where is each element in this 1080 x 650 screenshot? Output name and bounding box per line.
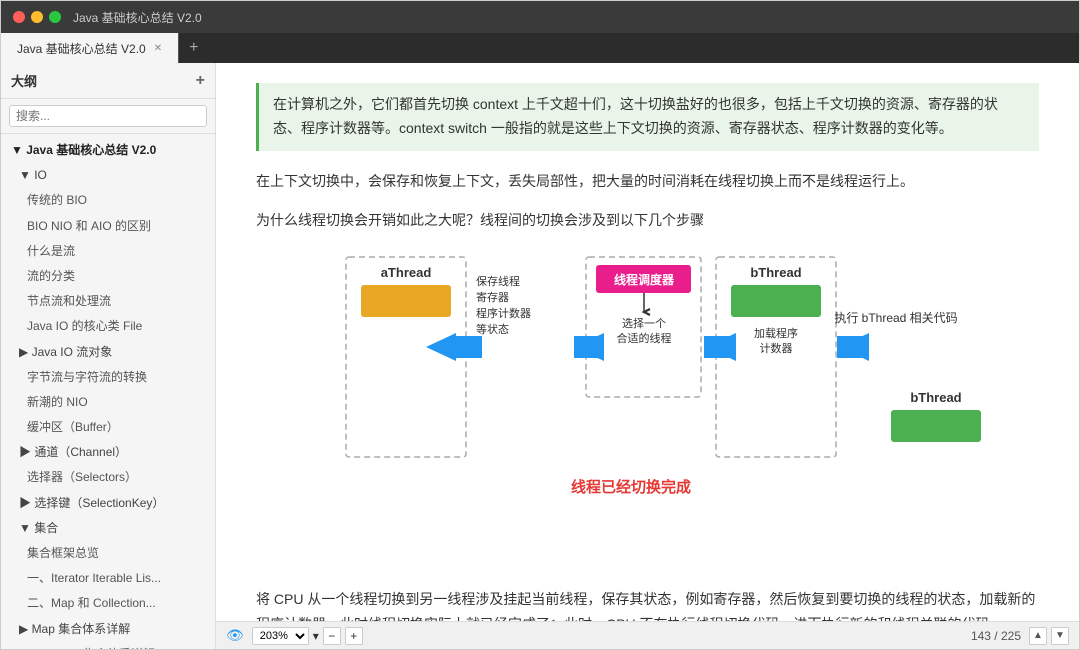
window-title: Java 基础核心总结 V2.0 xyxy=(73,9,202,26)
sidebar-item-collection-overview[interactable]: 集合框架总览 xyxy=(1,541,215,566)
status-bar: 👁 203% 100% 150% ▾ − + 143 / 225 ▲ ▼ xyxy=(216,621,1079,649)
svg-text:aThread: aThread xyxy=(381,265,432,280)
svg-text:bThread: bThread xyxy=(910,390,961,405)
sidebar-tree: ▼ Java 基础核心总结 V2.0 ▼ IO 传统的 BIO BIO NIO … xyxy=(1,134,215,649)
svg-text:线程已经切换完成: 线程已经切换完成 xyxy=(571,478,691,496)
maximize-dot[interactable] xyxy=(49,11,61,23)
page-navigation: ▲ ▼ xyxy=(1029,627,1069,645)
sidebar-item-selectors[interactable]: 选择器（Selectors） xyxy=(1,465,215,490)
highlight-text: 在计算机之外，它们都首先切换 context 上千文超十们，这十切换盐好的也很多… xyxy=(273,96,998,136)
sidebar-item-map-detail[interactable]: ▶ Map 集合体系详解 xyxy=(1,617,215,642)
svg-text:执行 bThread 相关代码: 执行 bThread 相关代码 xyxy=(834,311,957,325)
tab-label: Java 基础核心总结 V2.0 xyxy=(17,40,146,57)
eye-icon: 👁 xyxy=(226,627,244,644)
sidebar: 大纲 + ▼ Java 基础核心总结 V2.0 ▼ IO 传统的 BIO BIO… xyxy=(1,63,216,649)
svg-text:等状态: 等状态 xyxy=(476,322,509,336)
sidebar-item-bio[interactable]: 传统的 BIO xyxy=(1,188,215,213)
svg-text:线程调度器: 线程调度器 xyxy=(614,272,675,287)
tab-bar: Java 基础核心总结 V2.0 ✕ + xyxy=(1,33,1079,63)
highlight-block: 在计算机之外，它们都首先切换 context 上千文超十们，这十切换盐好的也很多… xyxy=(256,83,1039,151)
para1: 在上下文切换中，会保存和恢复上下文，丢失局部性，把大量的时间消耗在线程切换上而不… xyxy=(256,169,1039,194)
tab-add-button[interactable]: + xyxy=(179,39,208,57)
sidebar-item-map-collection[interactable]: 二、Map 和 Collection... xyxy=(1,591,215,616)
close-dot[interactable] xyxy=(13,11,25,23)
svg-text:计数器: 计数器 xyxy=(760,342,793,355)
sidebar-item-stream-type[interactable]: 流的分类 xyxy=(1,264,215,289)
sidebar-add-button[interactable]: + xyxy=(196,72,205,90)
sidebar-item-collection-detail[interactable]: Collection 集合体系详解 xyxy=(1,642,215,649)
search-input[interactable] xyxy=(9,105,207,127)
sidebar-item-byte-char[interactable]: 字节流与字符流的转换 xyxy=(1,365,215,390)
tab-main[interactable]: Java 基础核心总结 V2.0 ✕ xyxy=(1,33,179,63)
sidebar-item-buffer[interactable]: 缓冲区（Buffer） xyxy=(1,415,215,440)
content-area: 在计算机之外，它们都首先切换 context 上千文超十们，这十切换盐好的也很多… xyxy=(216,63,1079,649)
sidebar-item-iterator[interactable]: 一、Iterator Iterable Lis... xyxy=(1,566,215,591)
sidebar-title: 大纲 xyxy=(11,71,37,90)
zoom-out-button[interactable]: − xyxy=(323,627,341,645)
svg-text:保存线程: 保存线程 xyxy=(476,274,520,288)
svg-text:寄存器: 寄存器 xyxy=(476,290,509,304)
tab-close-icon[interactable]: ✕ xyxy=(154,43,162,54)
window-controls xyxy=(13,11,61,23)
sidebar-item-java-file[interactable]: Java IO 的核心类 File xyxy=(1,314,215,339)
minimize-dot[interactable] xyxy=(31,11,43,23)
sidebar-item-bio-nio-aio[interactable]: BIO NIO 和 AIO 的区别 xyxy=(1,214,215,239)
sidebar-item-node-stream[interactable]: 节点流和处理流 xyxy=(1,289,215,314)
main-area: 大纲 + ▼ Java 基础核心总结 V2.0 ▼ IO 传统的 BIO BIO… xyxy=(1,63,1079,649)
app-window: Java 基础核心总结 V2.0 Java 基础核心总结 V2.0 ✕ + 大纲… xyxy=(0,0,1080,650)
svg-text:bThread: bThread xyxy=(750,265,801,280)
svg-text:加载程序: 加载程序 xyxy=(754,326,798,340)
svg-text:程序计数器: 程序计数器 xyxy=(476,306,531,320)
page-indicator: 143 / 225 xyxy=(971,629,1021,643)
title-bar: Java 基础核心总结 V2.0 xyxy=(1,1,1079,33)
sidebar-item-nio[interactable]: 新潮的 NIO xyxy=(1,390,215,415)
para2: 为什么线程切换会开销如此之大呢？线程间的切换会涉及到以下几个步骤 xyxy=(256,208,1039,233)
zoom-separator: ▾ xyxy=(313,629,319,643)
zoom-in-button[interactable]: + xyxy=(345,627,363,645)
content-scroll[interactable]: 在计算机之外，它们都首先切换 context 上千文超十们，这十切换盐好的也很多… xyxy=(216,63,1079,621)
tree-root[interactable]: ▼ Java 基础核心总结 V2.0 xyxy=(1,138,215,163)
sidebar-item-channel[interactable]: ▶ 通道（Channel） xyxy=(1,440,215,465)
sidebar-item-stream[interactable]: 什么是流 xyxy=(1,239,215,264)
zoom-select[interactable]: 203% 100% 150% xyxy=(252,627,309,645)
para3: 将 CPU 从一个线程切换到另一线程涉及挂起当前线程，保存其状态，例如寄存器，然… xyxy=(256,587,1039,621)
status-right: 143 / 225 ▲ ▼ xyxy=(971,627,1069,645)
sidebar-item-io-objects[interactable]: ▶ Java IO 流对象 xyxy=(1,340,215,365)
page-up-button[interactable]: ▲ xyxy=(1029,627,1047,645)
svg-text:合适的线程: 合适的线程 xyxy=(617,331,672,345)
sidebar-search-area xyxy=(1,99,215,134)
sidebar-item-collection[interactable]: ▼ 集合 xyxy=(1,516,215,541)
svg-text:选择一个: 选择一个 xyxy=(622,316,666,330)
sidebar-item-io[interactable]: ▼ IO xyxy=(1,163,215,188)
sidebar-header: 大纲 + xyxy=(1,63,215,99)
thread-switch-diagram: aThread 保存线程 寄存器 程序计数器 等状态 线程调度器 xyxy=(256,247,1039,567)
zoom-control: 203% 100% 150% ▾ − + xyxy=(252,627,363,645)
diagram-svg: aThread 保存线程 寄存器 程序计数器 等状态 线程调度器 xyxy=(256,247,1006,547)
page-down-button[interactable]: ▼ xyxy=(1051,627,1069,645)
sidebar-item-selectionkey[interactable]: ▶ 选择键（SelectionKey） xyxy=(1,491,215,516)
